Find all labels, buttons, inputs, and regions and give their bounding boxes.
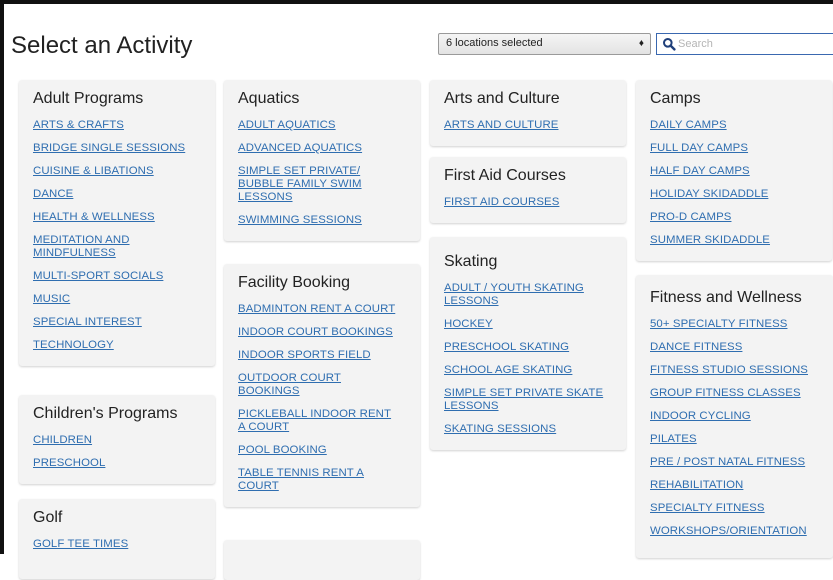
category-title: Aquatics [238, 90, 300, 107]
activity-link[interactable]: SPECIAL INTEREST [33, 316, 201, 329]
activity-link[interactable]: MUSIC [33, 293, 201, 306]
page-title: Select an Activity [11, 32, 193, 59]
category-title: Skating [444, 253, 498, 270]
activity-link[interactable]: FITNESS STUDIO SESSIONS [650, 364, 819, 377]
activity-link[interactable]: CHILDREN [33, 434, 201, 447]
activity-link[interactable]: HALF DAY CAMPS [650, 165, 818, 178]
activity-link[interactable]: HOCKEY [444, 318, 612, 331]
activity-link[interactable]: GOLF TEE TIMES [33, 538, 201, 551]
category-title: First Aid Courses [444, 167, 566, 184]
activity-link[interactable]: PRO-D CAMPS [650, 211, 818, 224]
activity-link[interactable]: PICKLEBALL INDOOR RENT A COURT [238, 408, 398, 434]
category-card-fitness-and-wellness: Fitness and Wellness 50+ SPECIALTY FITNE… [636, 275, 833, 558]
activity-link[interactable]: INDOOR CYCLING [650, 410, 819, 423]
dropdown-arrow-icon: ♦ [638, 38, 644, 49]
category-card-aquatics: Aquatics ADULT AQUATICS ADVANCED AQUATIC… [224, 80, 420, 241]
activity-link[interactable]: HEALTH & WELLNESS [33, 211, 201, 224]
activity-link[interactable]: DAILY CAMPS [650, 119, 818, 132]
activity-link[interactable]: SKATING SESSIONS [444, 423, 612, 436]
location-select[interactable]: 6 locations selected ♦ [438, 33, 651, 55]
activity-link[interactable]: PILATES [650, 433, 819, 446]
search-box[interactable] [656, 33, 833, 55]
activity-link[interactable]: WORKSHOPS/ORIENTATION [650, 525, 819, 538]
location-select-value: 6 locations selected [446, 37, 543, 49]
activity-link[interactable]: SCHOOL AGE SKATING [444, 364, 612, 377]
category-title: Camps [650, 90, 701, 107]
activity-link[interactable]: FULL DAY CAMPS [650, 142, 818, 155]
category-title: Adult Programs [33, 90, 144, 107]
activity-link[interactable]: ADVANCED AQUATICS [238, 142, 406, 155]
search-input[interactable] [678, 36, 828, 52]
category-card-childrens-programs: Children's Programs CHILDREN PRESCHOOL [19, 395, 215, 484]
activity-link[interactable]: DANCE FITNESS [650, 341, 819, 354]
activity-link[interactable]: MULTI-SPORT SOCIALS [33, 270, 201, 283]
activity-link[interactable]: INDOOR SPORTS FIELD [238, 349, 406, 362]
window-border-top [0, 0, 833, 4]
activity-link[interactable]: FIRST AID COURSES [444, 196, 612, 209]
category-card-adult-programs: Adult Programs ARTS & CRAFTS BRIDGE SING… [19, 80, 215, 366]
activity-link[interactable]: ARTS AND CULTURE [444, 119, 612, 132]
category-card-skating: Skating ADULT / YOUTH SKATING LESSONS HO… [430, 237, 626, 450]
activity-link[interactable]: DANCE [33, 188, 201, 201]
activity-link[interactable]: SPECIALTY FITNESS [650, 502, 819, 515]
activity-link[interactable]: BADMINTON RENT A COURT [238, 303, 406, 316]
category-card-partial [224, 540, 420, 580]
activity-link[interactable]: CUISINE & LIBATIONS [33, 165, 201, 178]
category-card-first-aid-courses: First Aid Courses FIRST AID COURSES [430, 157, 626, 223]
search-icon [663, 38, 676, 51]
category-title: Facility Booking [238, 274, 351, 291]
activity-link[interactable]: TABLE TENNIS RENT A COURT [238, 467, 378, 493]
activity-link[interactable]: TECHNOLOGY [33, 339, 201, 352]
activity-link[interactable]: ADULT AQUATICS [238, 119, 406, 132]
category-card-arts-and-culture: Arts and Culture ARTS AND CULTURE [430, 80, 626, 146]
activity-link[interactable]: PRESCHOOL SKATING [444, 341, 612, 354]
activity-link[interactable]: SIMPLE SET PRIVATE/ BUBBLE FAMILY SWIM L… [238, 165, 388, 204]
activity-link[interactable]: REHABILITATION [650, 479, 819, 492]
activity-link[interactable]: GROUP FITNESS CLASSES [650, 387, 819, 400]
category-title: Golf [33, 509, 63, 526]
activity-link[interactable]: INDOOR COURT BOOKINGS [238, 326, 406, 339]
category-title: Arts and Culture [444, 90, 560, 107]
activity-link[interactable]: PRESCHOOL [33, 457, 201, 470]
category-title: Children's Programs [33, 405, 178, 422]
activity-link[interactable]: POOL BOOKING [238, 444, 406, 457]
activity-link[interactable]: BRIDGE SINGLE SESSIONS [33, 142, 201, 155]
activity-link[interactable]: PRE / POST NATAL FITNESS [650, 456, 819, 469]
activity-link[interactable]: MEDITATION AND MINDFULNESS [33, 234, 183, 260]
activity-link[interactable]: ARTS & CRAFTS [33, 119, 201, 132]
category-card-camps: Camps DAILY CAMPS FULL DAY CAMPS HALF DA… [636, 80, 832, 261]
activity-link[interactable]: 50+ SPECIALTY FITNESS [650, 318, 819, 331]
activity-link[interactable]: HOLIDAY SKIDADDLE [650, 188, 818, 201]
activity-link[interactable]: OUTDOOR COURT BOOKINGS [238, 372, 368, 398]
window-border-left [0, 0, 4, 554]
category-title: Fitness and Wellness [650, 289, 802, 306]
activity-link[interactable]: SUMMER SKIDADDLE [650, 234, 818, 247]
category-card-facility-booking: Facility Booking BADMINTON RENT A COURT … [224, 264, 420, 507]
activity-link[interactable]: ADULT / YOUTH SKATING LESSONS [444, 282, 594, 308]
activity-link[interactable]: SIMPLE SET PRIVATE SKATE LESSONS [444, 387, 604, 413]
category-card-golf: Golf GOLF TEE TIMES [19, 499, 215, 579]
activity-link[interactable]: SWIMMING SESSIONS [238, 214, 406, 227]
